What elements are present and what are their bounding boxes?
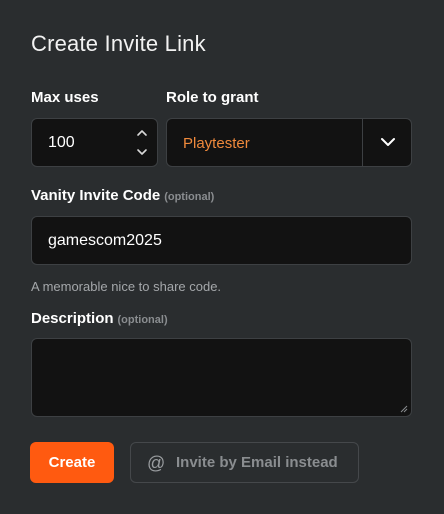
role-selected-value: Playtester: [183, 135, 250, 152]
description-label-text: Description: [31, 310, 114, 327]
description-textarea[interactable]: [31, 338, 412, 417]
optional-tag: (optional): [117, 314, 168, 326]
chevron-up-icon[interactable]: [135, 128, 149, 137]
resize-grip-icon[interactable]: [399, 404, 408, 413]
vanity-hint: A memorable nice to share code.: [31, 279, 222, 294]
at-icon: @: [147, 453, 166, 473]
max-uses-stepper[interactable]: [135, 126, 149, 160]
invite-by-email-label: Invite by Email instead: [176, 454, 338, 471]
max-uses-value: 100: [48, 134, 75, 151]
create-button[interactable]: Create: [30, 442, 114, 483]
max-uses-label: Max uses: [31, 89, 99, 106]
optional-tag: (optional): [164, 191, 215, 203]
vanity-code-input[interactable]: gamescom2025: [31, 216, 412, 265]
dialog-title: Create Invite Link: [31, 31, 206, 56]
chevron-down-icon[interactable]: [379, 135, 397, 149]
invite-by-email-button[interactable]: @ Invite by Email instead: [130, 442, 359, 483]
vanity-label-text: Vanity Invite Code: [31, 187, 161, 204]
chevron-down-icon[interactable]: [135, 148, 149, 157]
role-select[interactable]: Playtester: [166, 118, 412, 167]
select-divider: [362, 119, 363, 166]
vanity-code-value: gamescom2025: [48, 232, 162, 249]
description-label: Description (optional): [31, 310, 168, 327]
create-invite-dialog: Create Invite Link Max uses Role to gran…: [0, 0, 444, 514]
max-uses-input[interactable]: 100: [31, 118, 158, 167]
role-label: Role to grant: [166, 89, 259, 106]
vanity-label: Vanity Invite Code (optional): [31, 187, 214, 204]
